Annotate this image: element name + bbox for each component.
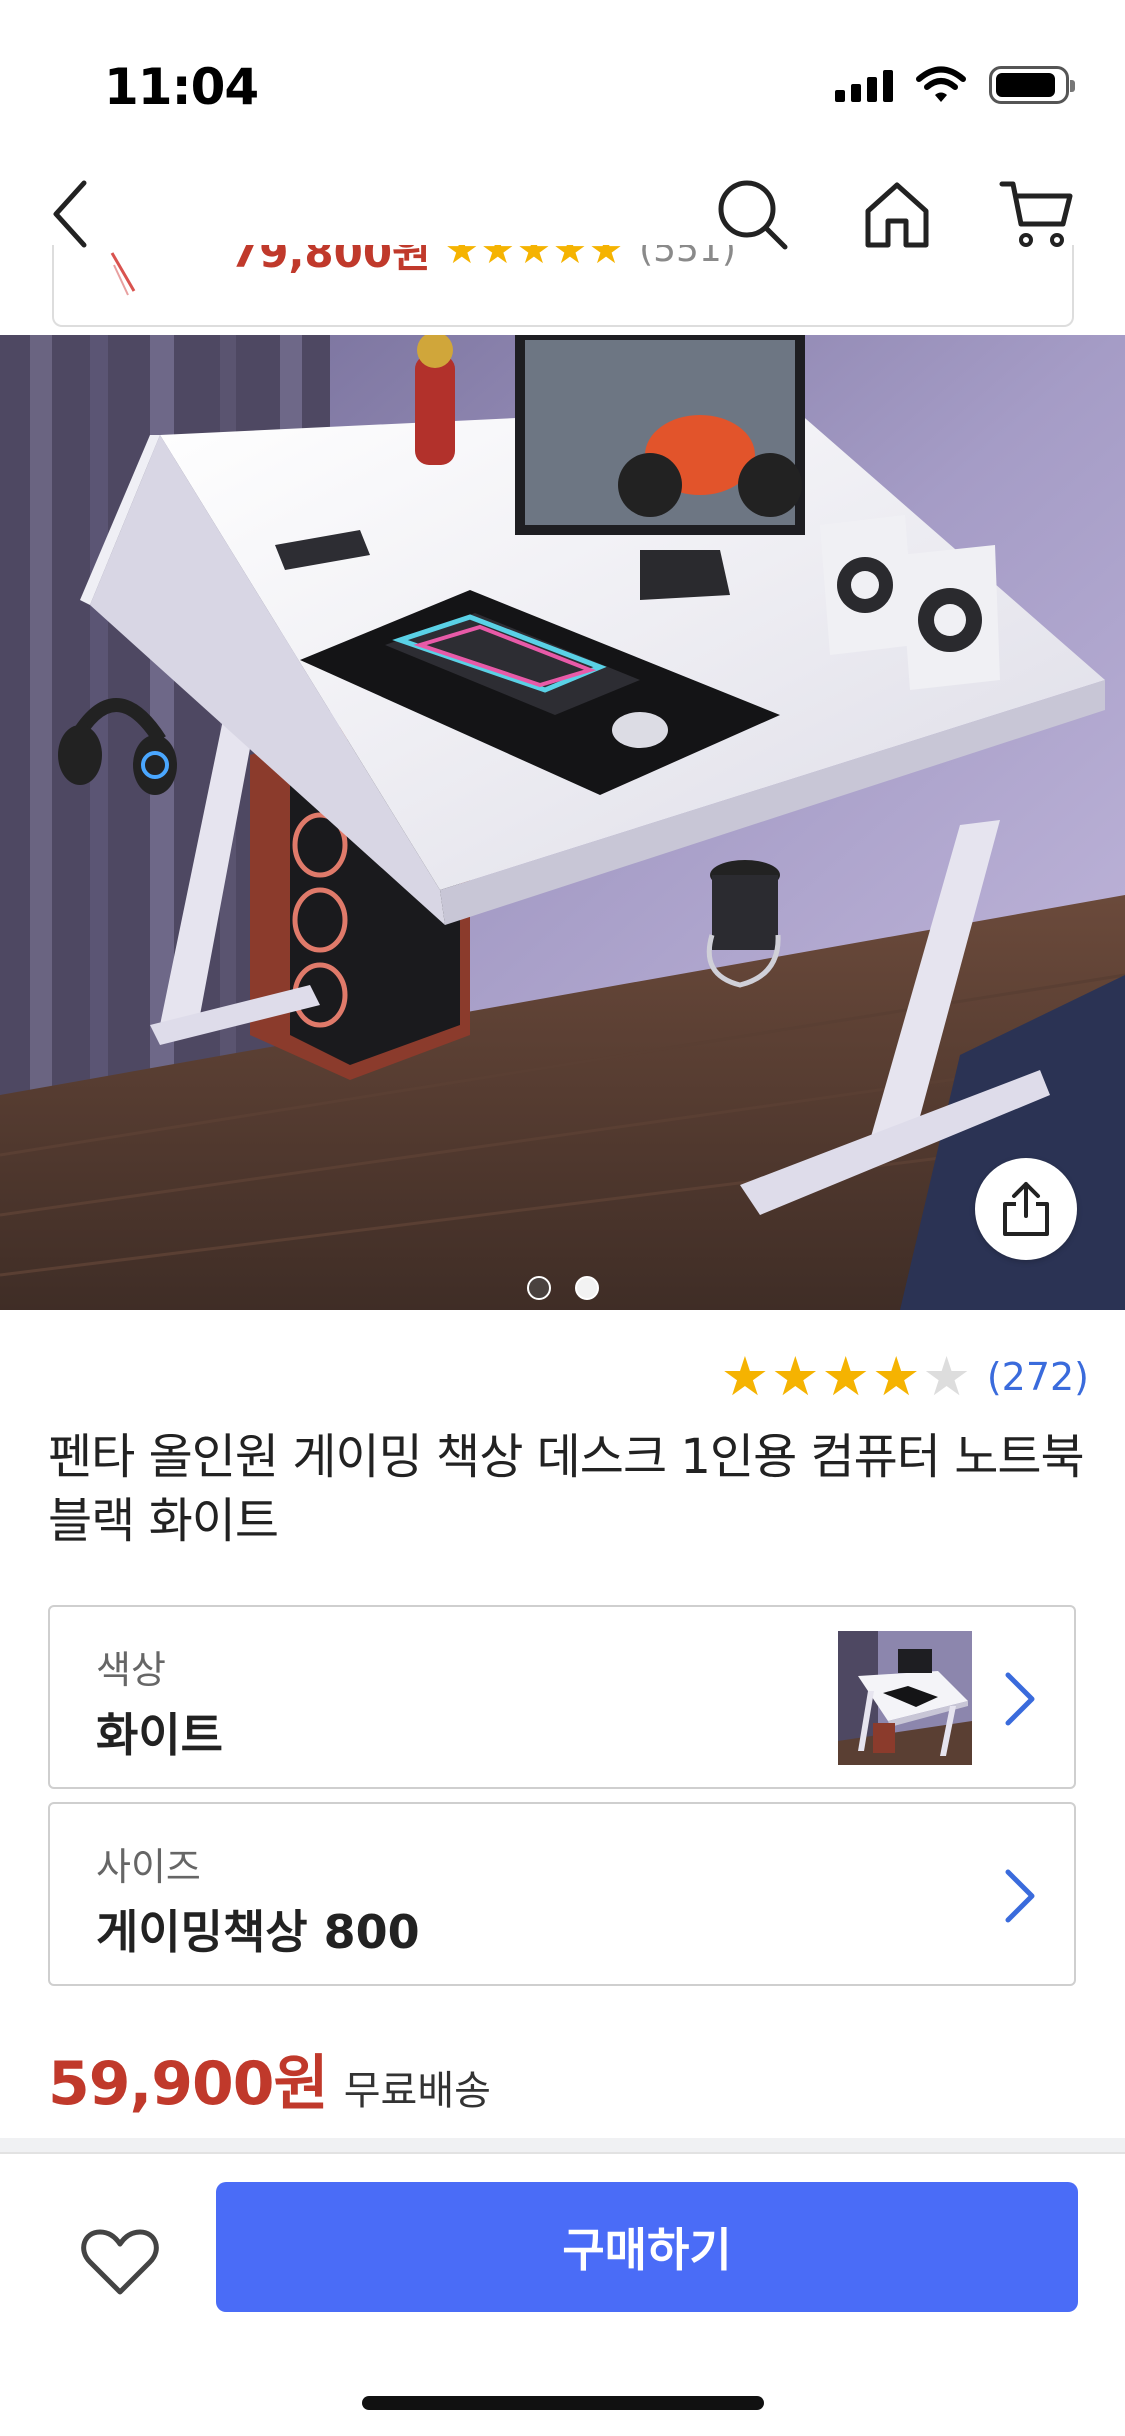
option-value: 게이밍책상 800 — [96, 1905, 420, 1959]
wifi-icon — [916, 66, 966, 102]
search-icon — [718, 180, 788, 250]
pager-dot[interactable] — [526, 1276, 551, 1300]
home-indicator — [362, 2396, 764, 2410]
size-option-selector[interactable]: 사이즈 게이밍책상 800 — [48, 1802, 1076, 1986]
sticky-summary-card[interactable]: 79,800원 ★★★★★ (551) — [52, 245, 1074, 327]
heart-icon — [81, 2229, 159, 2295]
summary-review-count: (551) — [639, 245, 736, 270]
color-thumbnail — [838, 1631, 972, 1765]
star-empty-icon: ★ — [922, 1345, 971, 1408]
product-price: 59,900원 — [48, 2049, 329, 2119]
share-button[interactable] — [975, 1158, 1077, 1260]
product-photo — [0, 335, 1125, 1310]
review-count-link[interactable]: (272) — [987, 1355, 1089, 1399]
shipping-info: 무료배송 — [343, 2068, 491, 2114]
cart-icon — [999, 181, 1073, 247]
status-time: 11:04 — [104, 58, 259, 116]
search-button[interactable] — [710, 172, 794, 256]
back-arrow-icon — [53, 180, 87, 248]
battery-icon — [989, 66, 1075, 104]
summary-stars: ★★★★★ — [444, 245, 626, 272]
option-label: 색상 — [96, 1648, 166, 1692]
product-rating[interactable]: ★ ★ ★ ★ ★ (272) — [721, 1350, 1089, 1404]
cellular-signal-icon — [835, 68, 893, 102]
chevron-right-icon — [1005, 1869, 1035, 1923]
color-option-selector[interactable]: 색상 화이트 — [48, 1605, 1076, 1789]
back-button[interactable] — [28, 172, 112, 256]
carousel-pager — [0, 1276, 1125, 1300]
status-icons — [835, 66, 1075, 104]
chevron-right-icon — [1005, 1672, 1035, 1726]
home-button[interactable] — [855, 172, 939, 256]
option-value: 화이트 — [96, 1708, 223, 1762]
bottom-action-bar: 구매하기 — [0, 2152, 1125, 2436]
star-filled-icon: ★ — [720, 1345, 770, 1408]
product-title: 펜타 올인원 게이밍 책상 데스크 1인용 컴퓨터 노트북 블랙 화이트 — [48, 1429, 1085, 1549]
wishlist-button[interactable] — [72, 2214, 168, 2310]
price-row: 59,900원 무료배송 — [48, 2035, 491, 2122]
star-filled-icon: ★ — [821, 1345, 870, 1408]
status-bar: 11:04 — [0, 0, 1125, 150]
share-icon — [1003, 1182, 1049, 1236]
section-divider — [0, 2138, 1125, 2152]
star-filled-icon: ★ — [771, 1345, 820, 1408]
buy-button[interactable]: 구매하기 — [216, 2182, 1078, 2312]
pager-dot-active[interactable] — [574, 1276, 599, 1300]
product-image-carousel[interactable] — [0, 335, 1125, 1310]
star-filled-icon: ★ — [871, 1345, 921, 1408]
home-icon — [865, 182, 929, 248]
cart-button[interactable] — [995, 172, 1079, 256]
summary-price: 79,800원 — [230, 245, 431, 277]
option-label: 사이즈 — [96, 1845, 201, 1889]
